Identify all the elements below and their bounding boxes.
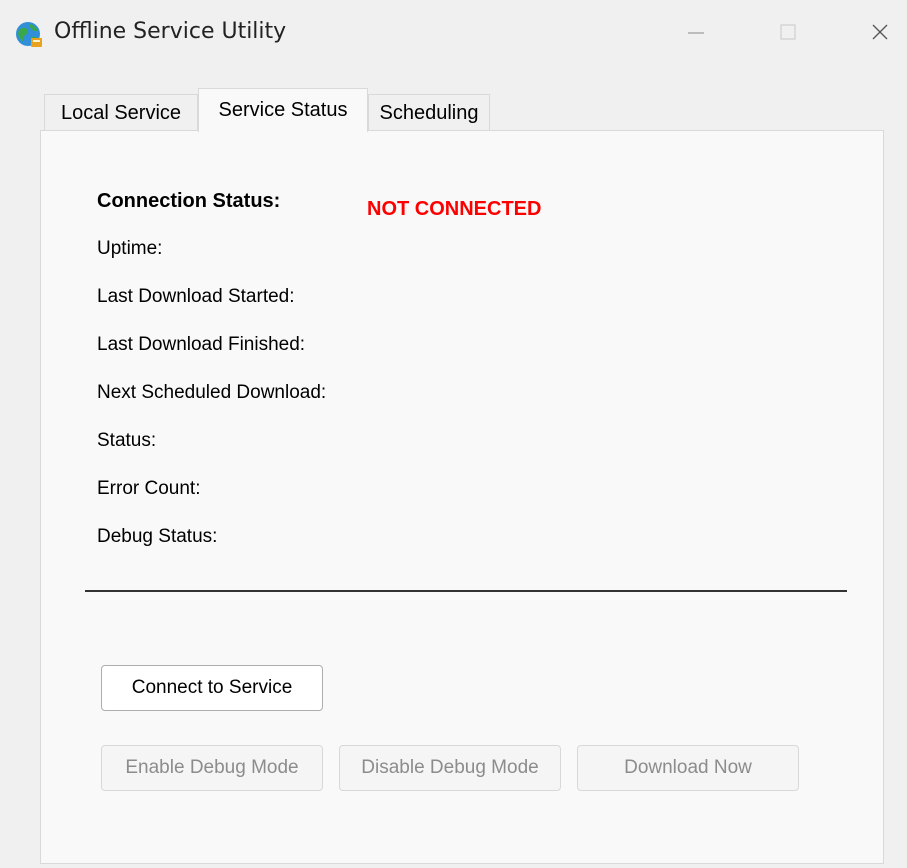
tab-service-status[interactable]: Service Status — [198, 88, 368, 132]
minimize-button[interactable] — [666, 10, 726, 54]
connection-status-value: NOT CONNECTED — [367, 198, 542, 220]
section-divider — [85, 590, 847, 592]
minimize-icon — [688, 32, 704, 34]
close-icon — [872, 24, 888, 40]
status-label: Status: — [97, 430, 157, 451]
connect-to-service-button[interactable]: Connect to Service — [101, 665, 323, 711]
error-count-label: Error Count: — [97, 478, 201, 499]
service-status-panel: Connection Status: NOT CONNECTED Uptime:… — [40, 130, 884, 864]
next-scheduled-download-label: Next Scheduled Download: — [97, 382, 327, 403]
debug-status-label: Debug Status: — [97, 526, 218, 547]
last-download-started-label: Last Download Started: — [97, 286, 295, 307]
app-window: Offline Service Utility Local Service Se… — [10, 8, 907, 868]
disable-debug-mode-button[interactable]: Disable Debug Mode — [339, 745, 561, 791]
connection-status-label: Connection Status: — [97, 190, 281, 212]
globe-app-icon — [16, 22, 42, 47]
last-download-finished-label: Last Download Finished: — [97, 334, 306, 355]
download-now-button[interactable]: Download Now — [577, 745, 799, 791]
enable-debug-mode-button[interactable]: Enable Debug Mode — [101, 745, 323, 791]
window-title: Offline Service Utility — [54, 19, 287, 44]
tab-local-service[interactable]: Local Service — [44, 94, 198, 130]
maximize-button[interactable] — [758, 10, 818, 54]
tab-scheduling[interactable]: Scheduling — [368, 94, 490, 130]
uptime-label: Uptime: — [97, 238, 163, 259]
maximize-icon — [780, 24, 796, 40]
close-button[interactable] — [850, 10, 907, 54]
title-bar[interactable]: Offline Service Utility — [10, 8, 907, 56]
